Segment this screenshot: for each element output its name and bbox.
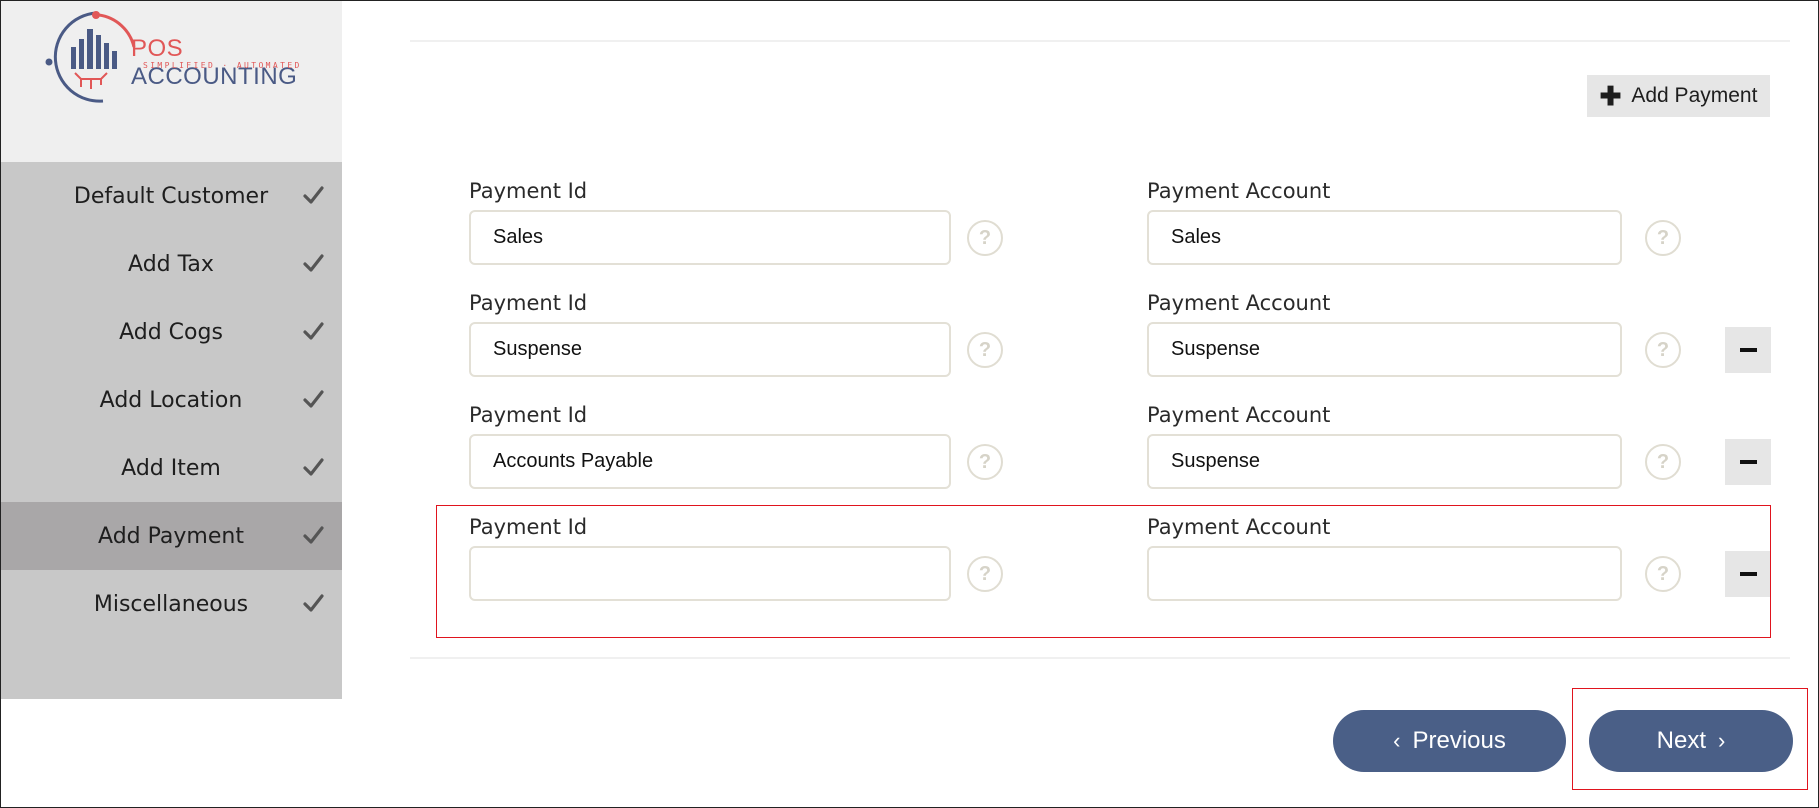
chevron-left-icon: ‹: [1393, 728, 1401, 753]
sidebar-step-miscellaneous[interactable]: Miscellaneous: [1, 570, 342, 638]
previous-button[interactable]: ‹ Previous: [1333, 710, 1566, 772]
next-button[interactable]: Next ›: [1589, 710, 1793, 772]
help-icon[interactable]: ?: [967, 220, 1003, 256]
divider-top: [410, 40, 1790, 42]
payment-id-input[interactable]: [469, 322, 951, 377]
payment-account-label: Payment Account: [1147, 179, 1331, 203]
sidebar-step-label: Add Tax: [128, 251, 214, 277]
add-payment-button[interactable]: ✚ Add Payment: [1587, 75, 1770, 117]
payment-id-label: Payment Id: [469, 291, 588, 315]
minus-icon: [1739, 348, 1757, 352]
sidebar-step-add-tax[interactable]: Add Tax: [1, 230, 342, 298]
help-icon[interactable]: ?: [1645, 556, 1681, 592]
help-icon[interactable]: ?: [1645, 332, 1681, 368]
sidebar-step-add-payment[interactable]: Add Payment: [1, 502, 342, 570]
payment-account-input[interactable]: [1147, 322, 1622, 377]
sidebar-step-add-location[interactable]: Add Location: [1, 366, 342, 434]
check-icon: [303, 254, 324, 272]
help-icon[interactable]: ?: [1645, 220, 1681, 256]
sidebar-step-add-cogs[interactable]: Add Cogs: [1, 298, 342, 366]
payment-account-label: Payment Account: [1147, 291, 1331, 315]
minus-icon: [1739, 572, 1757, 576]
remove-payment-button[interactable]: [1725, 327, 1771, 373]
payment-account-input[interactable]: [1147, 546, 1622, 601]
payment-account-input[interactable]: [1147, 434, 1622, 489]
pos-accounting-logo: [45, 11, 136, 103]
brand-tagline: SIMPLIFIED · AUTOMATED: [143, 61, 302, 70]
check-icon: [303, 594, 324, 612]
sidebar-step-label: Add Location: [99, 387, 243, 413]
check-icon: [303, 322, 324, 340]
logo-area: POS ACCOUNTING SIMPLIFIED · AUTOMATED: [1, 1, 342, 162]
help-icon[interactable]: ?: [1645, 444, 1681, 480]
payment-id-label: Payment Id: [469, 179, 588, 203]
payment-id-label: Payment Id: [469, 515, 588, 539]
payment-id-input[interactable]: [469, 210, 951, 265]
divider-bottom: [410, 657, 1790, 659]
remove-payment-button[interactable]: [1725, 551, 1771, 597]
payment-account-input[interactable]: [1147, 210, 1622, 265]
payment-id-input[interactable]: [469, 546, 951, 601]
payment-id-input[interactable]: [469, 434, 951, 489]
check-icon: [303, 526, 324, 544]
remove-payment-button[interactable]: [1725, 439, 1771, 485]
next-label: Next: [1656, 727, 1707, 754]
sidebar-step-label: Add Payment: [98, 523, 244, 549]
minus-icon: [1739, 460, 1757, 464]
help-icon[interactable]: ?: [967, 556, 1003, 592]
payment-id-label: Payment Id: [469, 403, 588, 427]
sidebar-step-label: Add Cogs: [119, 319, 223, 345]
help-icon[interactable]: ?: [967, 444, 1003, 480]
sidebar-step-label: Default Customer: [73, 183, 269, 209]
plus-icon: ✚: [1599, 81, 1622, 111]
add-payment-label: Add Payment: [1631, 84, 1758, 107]
payment-account-label: Payment Account: [1147, 403, 1331, 427]
check-icon: [303, 390, 324, 408]
sidebar-step-default-customer[interactable]: Default Customer: [1, 162, 342, 230]
check-icon: [303, 186, 324, 204]
chevron-right-icon: ›: [1718, 728, 1726, 753]
sidebar-step-add-item[interactable]: Add Item: [1, 434, 342, 502]
sidebar-step-label: Miscellaneous: [93, 591, 249, 617]
wizard-sidebar: POS ACCOUNTING SIMPLIFIED · AUTOMATED De…: [1, 1, 342, 699]
check-icon: [303, 458, 324, 476]
payment-account-label: Payment Account: [1147, 515, 1331, 539]
previous-label: Previous: [1412, 727, 1506, 754]
help-icon[interactable]: ?: [967, 332, 1003, 368]
sidebar-step-label: Add Item: [121, 455, 221, 481]
